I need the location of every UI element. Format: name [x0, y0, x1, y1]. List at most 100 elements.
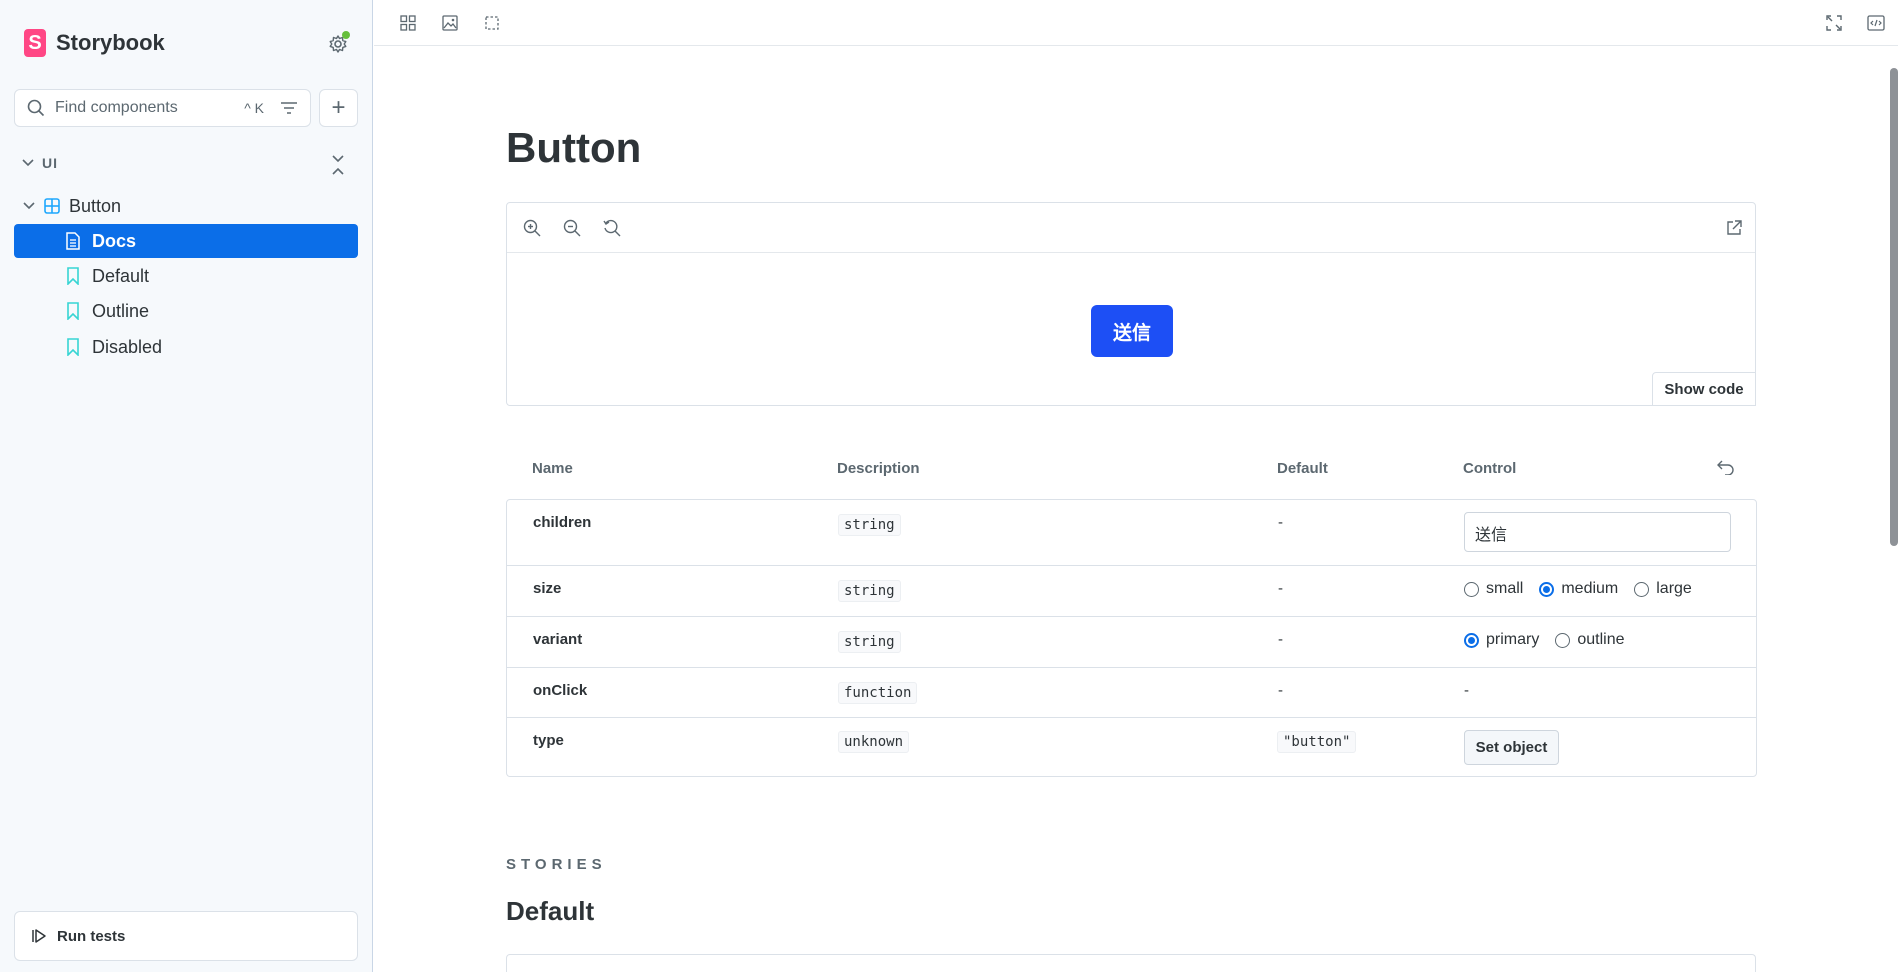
page-title: Button [506, 124, 642, 171]
args-table-body: children string - 送信 size string - small… [506, 499, 1757, 777]
zoom-reset-button[interactable] [601, 217, 623, 239]
storybook-logo-icon: S [24, 29, 46, 57]
zoom-out-button[interactable] [561, 217, 583, 239]
sidebar-group-ui[interactable]: UI [22, 155, 58, 171]
arg-name: type [533, 732, 564, 749]
code-panel-icon [1867, 15, 1885, 31]
arg-name: variant [533, 631, 583, 648]
arg-name: size [533, 580, 562, 597]
grid-toggle-button[interactable] [396, 11, 420, 35]
outline-toggle-button[interactable] [480, 11, 504, 35]
open-in-new-tab-button[interactable] [1723, 217, 1745, 239]
variant-radio-outline[interactable]: outline [1555, 631, 1625, 649]
sidebar-item-disabled[interactable]: Disabled [14, 330, 358, 364]
grid-icon [400, 15, 416, 31]
collapse-icon [332, 155, 344, 175]
expand-icon [1826, 15, 1842, 31]
arg-type: string [838, 580, 901, 602]
play-icon [32, 929, 46, 943]
filter-icon[interactable] [280, 101, 298, 115]
table-row: onClick function - - [507, 668, 1756, 718]
table-row: size string - small medium large [507, 566, 1756, 617]
arg-control-value: - [1464, 682, 1469, 699]
sidebar-item-docs[interactable]: Docs [14, 224, 358, 258]
status-dot [342, 31, 350, 39]
header-name: Name [532, 460, 573, 477]
share-icon [1727, 220, 1742, 235]
zoom-out-icon [563, 219, 581, 237]
group-label: UI [42, 155, 58, 171]
search-shortcut: ^ K [244, 100, 264, 116]
run-tests-button[interactable]: Run tests [14, 911, 358, 961]
children-textarea[interactable]: 送信 [1464, 512, 1731, 552]
sidebar-item-default[interactable]: Default [14, 259, 358, 293]
header-description: Description [837, 460, 920, 477]
variant-radio-primary[interactable]: primary [1464, 631, 1539, 649]
table-row: children string - 送信 [507, 500, 1756, 566]
search-box[interactable]: Find components ^ K [14, 89, 311, 127]
chevron-down-icon [22, 159, 34, 167]
variant-radio-group: primary outline [1464, 631, 1631, 649]
sidebar: S Storybook Find components ^ K + UI But… [0, 0, 373, 972]
table-row: variant string - primary outline [507, 617, 1756, 668]
arg-type: string [838, 514, 901, 536]
plus-icon: + [331, 94, 346, 121]
brand-name: Storybook [56, 30, 165, 55]
docs-page: Button 送信 Show code Name Description Def… [374, 46, 1876, 972]
table-row: type unknown "button" Set object [507, 718, 1756, 777]
set-object-button[interactable]: Set object [1464, 730, 1559, 765]
sidebar-item-label: Disabled [92, 336, 163, 357]
preview-toolbar [374, 0, 1898, 46]
fullscreen-button[interactable] [1822, 11, 1846, 35]
size-radio-group: small medium large [1464, 580, 1698, 598]
arg-default: - [1278, 631, 1283, 648]
show-code-button[interactable]: Show code [1652, 372, 1756, 406]
sidebar-item-button[interactable]: Button [14, 189, 358, 223]
arg-name: onClick [533, 682, 588, 699]
outline-icon [485, 16, 499, 30]
reset-controls-button[interactable] [1717, 459, 1737, 479]
zoom-reset-icon [603, 219, 621, 237]
sidebar-item-label: Default [92, 265, 150, 286]
zoom-in-button[interactable] [521, 217, 543, 239]
collapse-all-button[interactable] [330, 154, 350, 178]
header-default: Default [1277, 460, 1328, 477]
stories-heading: STORIES [506, 856, 607, 873]
size-radio-large[interactable]: large [1634, 580, 1692, 598]
arg-default: "button" [1277, 731, 1357, 753]
arg-type: unknown [838, 731, 910, 753]
sidebar-item-label: Outline [92, 300, 150, 321]
search-input[interactable]: Find components [55, 99, 244, 117]
bookmark-icon [64, 267, 82, 285]
sidebar-item-label: Docs [92, 230, 137, 251]
background-toggle-button[interactable] [438, 11, 462, 35]
sidebar-item-label: Button [69, 195, 122, 216]
preview-bar [507, 203, 1755, 253]
search-icon [27, 99, 45, 117]
add-button[interactable]: + [319, 89, 358, 127]
arg-default: - [1278, 682, 1283, 699]
story-card [506, 954, 1756, 972]
bookmark-icon [64, 338, 82, 356]
run-tests-label: Run tests [57, 927, 126, 945]
size-radio-medium[interactable]: medium [1539, 580, 1618, 598]
brand[interactable]: S Storybook [24, 29, 165, 57]
arg-type: function [838, 682, 918, 704]
sidebar-item-outline[interactable]: Outline [14, 294, 358, 328]
scrollbar-thumb[interactable] [1890, 68, 1898, 546]
arg-default: - [1278, 514, 1283, 531]
bookmark-icon [64, 302, 82, 320]
toggle-addons-panel-button[interactable] [1864, 11, 1888, 35]
header-control: Control [1463, 460, 1517, 477]
story-title: Default [506, 896, 595, 926]
demo-submit-button[interactable]: 送信 [1091, 305, 1173, 357]
zoom-in-icon [523, 219, 541, 237]
chevron-down-icon [23, 202, 35, 210]
settings-button[interactable] [324, 30, 352, 58]
arg-default: - [1278, 580, 1283, 597]
component-icon [43, 197, 61, 215]
arg-type: string [838, 631, 901, 653]
size-radio-small[interactable]: small [1464, 580, 1523, 598]
image-icon [442, 15, 458, 31]
story-preview: 送信 Show code [506, 202, 1756, 406]
